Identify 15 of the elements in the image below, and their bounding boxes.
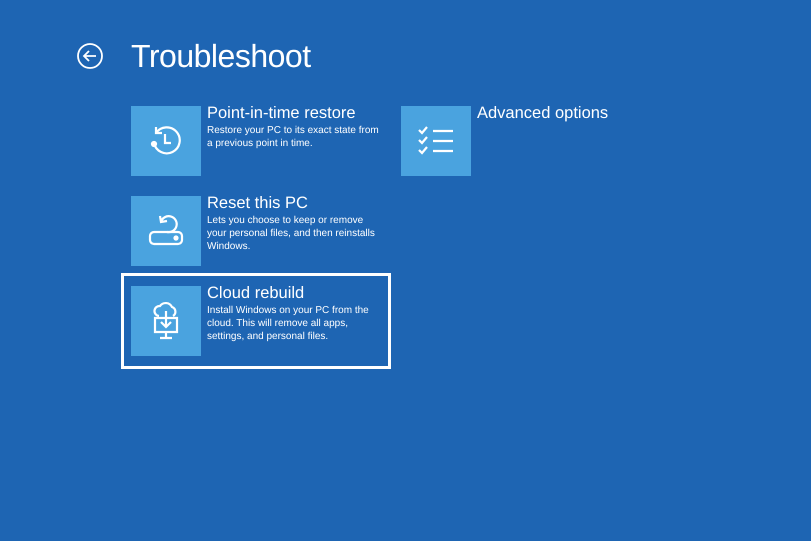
option-tile[interactable]: Advanced options xyxy=(391,96,661,186)
option-description: Install Windows on your PC from the cloud. This will remove all apps, settings, and personal files. xyxy=(207,304,370,343)
checklist-icon xyxy=(417,125,455,157)
option-description: Restore your PC to its exact state from a previous point in time. xyxy=(207,124,380,150)
option-description: Lets you choose to keep or remove your personal files, and then reinstalls Windows. xyxy=(207,214,376,253)
option-tile[interactable]: Cloud rebuild Install Windows on your PC from the cloud. This will remove all apps, settings, and personal files. xyxy=(121,273,391,369)
reset-drive-icon xyxy=(147,214,185,248)
option-title: Reset this PC xyxy=(207,193,309,214)
option-title: Cloud rebuild xyxy=(207,283,306,304)
page-title: Troubleshoot xyxy=(131,38,311,74)
option-tile[interactable]: Point-in-time restore Restore your PC to its exact state from a previous point in time. xyxy=(121,96,391,186)
cloud-download-monitor-icon xyxy=(151,301,181,341)
option-tile[interactable]: Reset this PC Lets you choose to keep or remove your personal files, and then reinstalls Windows. xyxy=(121,186,391,276)
option-title: Advanced options xyxy=(477,103,608,124)
option-title: Point-in-time restore xyxy=(207,103,357,124)
